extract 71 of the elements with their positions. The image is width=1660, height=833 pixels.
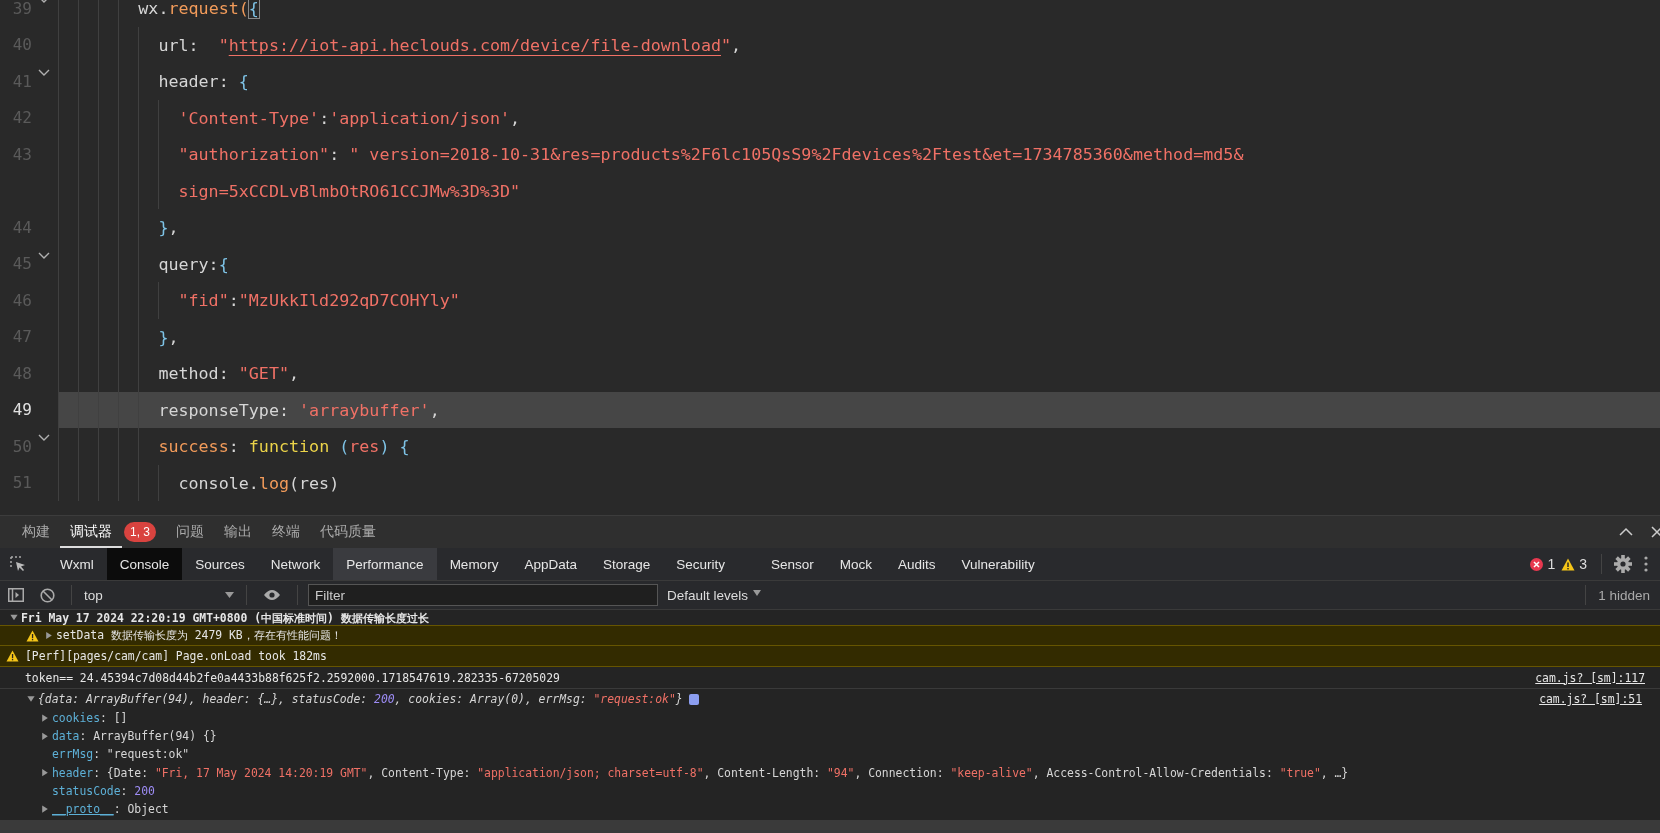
context-select[interactable]: top (80, 587, 238, 603)
sidebar-toggle-icon[interactable] (8, 588, 24, 602)
close-icon (1651, 526, 1660, 538)
devtools-tab[interactable]: Mock (826, 548, 886, 580)
info-icon (688, 693, 699, 705)
count-badge: 1, 3 (124, 522, 156, 542)
code-line: header: { (158, 71, 249, 92)
devtools-tab[interactable]: Audits (885, 548, 949, 580)
warning-icon (6, 650, 19, 662)
eye-icon[interactable] (263, 589, 281, 601)
inspect-icon (9, 555, 27, 573)
console-message: [Perf][pages/cam/cam] Page.onLoad took 182ms (25, 649, 327, 663)
devtools-tab[interactable]: Console (106, 548, 183, 580)
devtools-tab[interactable]: Wxml (47, 548, 107, 580)
property-line: header: {Date: "Fri, 17 May 2024 14:20:19 GMT", Content-Type: "application/json; charset=utf-8", Content-Length: "94", Connection: "keep-alive", Access-Control-Allow-Credentials: "true", …} (52, 765, 1349, 780)
code-line: responseType: 'arraybuffer', (158, 399, 440, 420)
code-line: "authorization": " version=2018-10-31&res=products%2F6lc105QsS9%2Fdevices%2Ftest&et=1734785360&method=md5& (178, 144, 1244, 165)
hidden-count: 1 hidden (1598, 587, 1650, 603)
panel-tab[interactable]: 构建 (12, 516, 60, 548)
code-line: "fid":"MzUkkIld292qD7COHYly" (178, 290, 460, 311)
line-number: 49 (11, 400, 32, 420)
fold-chevron-icon[interactable] (38, 251, 50, 260)
property-line: data: ArrayBuffer(94) {} (52, 729, 217, 744)
warning-icon (26, 629, 39, 642)
devtools-tab[interactable]: Sensor (758, 548, 827, 580)
caret-icon (753, 590, 762, 596)
panel-tab[interactable]: 终端 (262, 516, 310, 548)
code-line: success: function (res) { (158, 436, 410, 457)
property-line: statusCode: 200 (52, 783, 155, 798)
code-line: sign=5xCCDLvBlmbOtRO61CCJMw%3D%3D" (178, 180, 521, 201)
console-message: token== 24.45394c7d08d44b2fe0a4433b88f625f2.2592000.1718547619.282335-67205029 (25, 670, 560, 685)
caret-icon (225, 592, 234, 598)
devtools-tab[interactable]: AppData (511, 548, 590, 580)
code-line: wx.request({ (138, 0, 259, 19)
devtools-tab[interactable]: Memory (436, 548, 512, 580)
chevron-up-icon (1619, 527, 1633, 537)
devtools-tab[interactable]: Storage (589, 548, 664, 580)
devtools-tab[interactable]: Network (257, 548, 334, 580)
more-menu-icon[interactable] (1644, 556, 1648, 572)
levels-dropdown[interactable]: Default levels (667, 587, 762, 603)
code-line: 'Content-Type':'application/json', (178, 107, 521, 128)
code-line: }, (158, 326, 179, 347)
warning-count: 3 (1579, 556, 1587, 572)
devtools-tab[interactable]: Performance (333, 548, 437, 580)
devtools-tab[interactable]: Security (663, 548, 738, 580)
settings-icon[interactable] (1614, 555, 1632, 573)
filter-field[interactable]: Filter (308, 584, 658, 606)
panel-tab[interactable]: 输出 (214, 516, 262, 548)
clear-console-icon[interactable] (40, 587, 55, 603)
source-link[interactable]: cam.js? [sm]:117 (1535, 670, 1645, 685)
code-line: url: "https://iot-api.heclouds.com/device/file-download", (158, 34, 742, 55)
devtools-tab[interactable]: Vulnerability (948, 548, 1048, 580)
fold-chevron-icon[interactable] (38, 69, 50, 77)
panel-tab[interactable]: 问题 (166, 516, 214, 548)
source-link[interactable]: cam.js? [sm]:51 (1539, 692, 1642, 706)
warning-icon (1561, 557, 1576, 571)
console-message: setData 数据传输长度为 2479 KB，存在有性能问题！ (56, 628, 342, 643)
code-line: query:{ (158, 253, 229, 274)
devtools-tab[interactable]: Sources (182, 548, 258, 580)
console-message: Fri May 17 2024 22:20:19 GMT+0800 (中国标准时间) 数据传输长度过长 (21, 610, 429, 625)
object-summary[interactable]: {data: ArrayBuffer(94), header: {…}, statusCode: 200, cookies: Array(0), errMsg: "request:ok"} (38, 692, 683, 706)
code-line: method: "GET", (158, 363, 300, 384)
property-line: __proto__: Object (52, 802, 169, 817)
property-line: cookies: [] (52, 711, 128, 726)
fold-chevron-icon[interactable] (38, 434, 50, 442)
code-line: }, (158, 217, 179, 238)
code-line: console.log(res) (178, 472, 340, 493)
panel-tab[interactable]: 代码质量 (310, 516, 386, 548)
error-count: 1 (1547, 556, 1556, 572)
property-line: errMsg: "request:ok" (52, 747, 190, 762)
error-icon (1530, 557, 1544, 571)
